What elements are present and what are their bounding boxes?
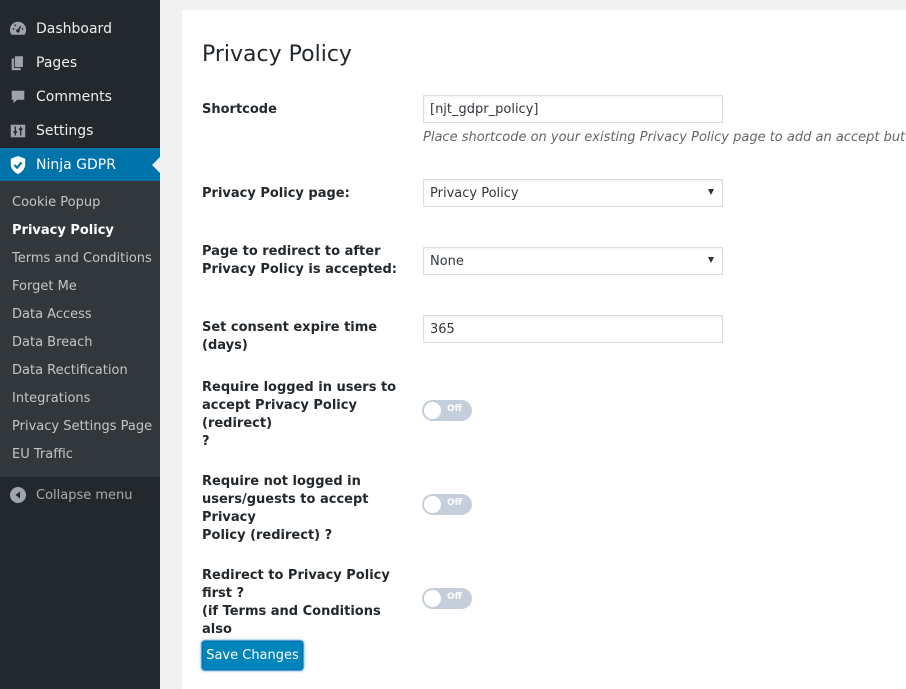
privacy-policy-page-select[interactable]: Privacy Policy [423,179,723,207]
menu-label: Dashboard [36,21,112,37]
label-line: Privacy Policy is accepted: [202,262,397,277]
menu-label: Pages [36,55,78,71]
submenu-item-privacy-policy[interactable]: Privacy Policy [12,223,114,238]
menu-item-settings[interactable]: Settings [0,114,160,148]
shortcode-input[interactable] [423,95,723,123]
menu-item-ninja-gdpr[interactable]: Ninja GDPR [0,148,160,182]
settings-panel: Privacy Policy Shortcode Place shortcode… [182,10,906,689]
menu-label: Ninja GDPR [36,157,116,173]
admin-sidebar: Dashboard Pages Comments Settings Ninja … [0,0,160,689]
submenu-item-data-breach[interactable]: Data Breach [12,335,93,350]
settings-icon [0,122,36,140]
shortcode-description: Place shortcode on your existing Privacy… [423,130,906,145]
selected-value: None [430,253,464,269]
require-logged-in-toggle[interactable]: Off [422,400,472,421]
menu-label: Settings [36,123,94,139]
submenu-item-data-access[interactable]: Data Access [12,307,92,322]
label-line: Redirect to Privacy Policy first ? [202,568,390,601]
page-title: Privacy Policy [202,42,352,67]
label-line: Require logged in users to [202,380,397,395]
ninja-gdpr-submenu: Cookie Popup Privacy Policy Terms and Co… [0,181,160,477]
consent-expire-label: Set consent expire time (days) [202,320,378,353]
redirect-first-toggle[interactable]: Off [422,588,472,609]
toggle-state: Off [447,404,462,414]
label-line: ? [202,434,210,449]
label-line: Page to redirect to after [202,244,381,259]
shortcode-label: Shortcode [202,102,277,117]
require-guests-toggle[interactable]: Off [422,494,472,515]
privacy-policy-page-label: Privacy Policy page: [202,186,350,201]
toggle-knob [424,496,441,513]
toggle-state: Off [447,498,462,508]
toggle-knob [424,402,441,419]
comments-icon [0,88,36,106]
menu-label: Comments [36,89,112,105]
shield-icon [0,155,36,175]
dropdown-arrow-icon [708,257,714,263]
selected-value: Privacy Policy [430,185,519,201]
save-changes-button[interactable]: Save Changes [202,641,303,670]
submenu-item-integrations[interactable]: Integrations [12,391,90,406]
consent-expire-input[interactable] [423,315,723,343]
submenu-item-cookie-popup[interactable]: Cookie Popup [12,195,100,210]
submenu-item-forget-me[interactable]: Forget Me [12,279,77,294]
require-guests-label: Require not logged in users/guests to ac… [202,473,402,545]
redirect-page-label: Page to redirect to after Privacy Policy… [202,243,402,279]
menu-item-comments[interactable]: Comments [0,80,160,114]
menu-item-pages[interactable]: Pages [0,46,160,80]
require-logged-in-label: Require logged in users to accept Privac… [202,379,402,451]
submenu-item-eu-traffic[interactable]: EU Traffic [12,447,73,462]
collapse-arrow-icon [0,487,36,503]
label-line: Require not logged in [202,474,361,489]
label-line: (if Terms and Conditions also [202,604,381,637]
submenu-item-data-rectification[interactable]: Data Rectification [12,363,128,378]
label-line: Policy (redirect) ? [202,528,333,543]
dropdown-arrow-icon [708,189,714,195]
submenu-item-terms-and-conditions[interactable]: Terms and Conditions [12,251,152,266]
dashboard-icon [0,20,36,38]
toggle-state: Off [447,592,462,602]
collapse-menu-button[interactable]: Collapse menu [0,481,160,509]
pages-icon [0,54,36,72]
menu-item-dashboard[interactable]: Dashboard [0,12,160,46]
label-line: accept Privacy Policy (redirect) [202,398,357,431]
label-line: users/guests to accept Privacy [202,492,369,525]
redirect-page-select[interactable]: None [423,247,723,275]
submenu-item-privacy-settings-page[interactable]: Privacy Settings Page [12,419,152,434]
toggle-knob [424,590,441,607]
collapse-label: Collapse menu [36,487,133,503]
